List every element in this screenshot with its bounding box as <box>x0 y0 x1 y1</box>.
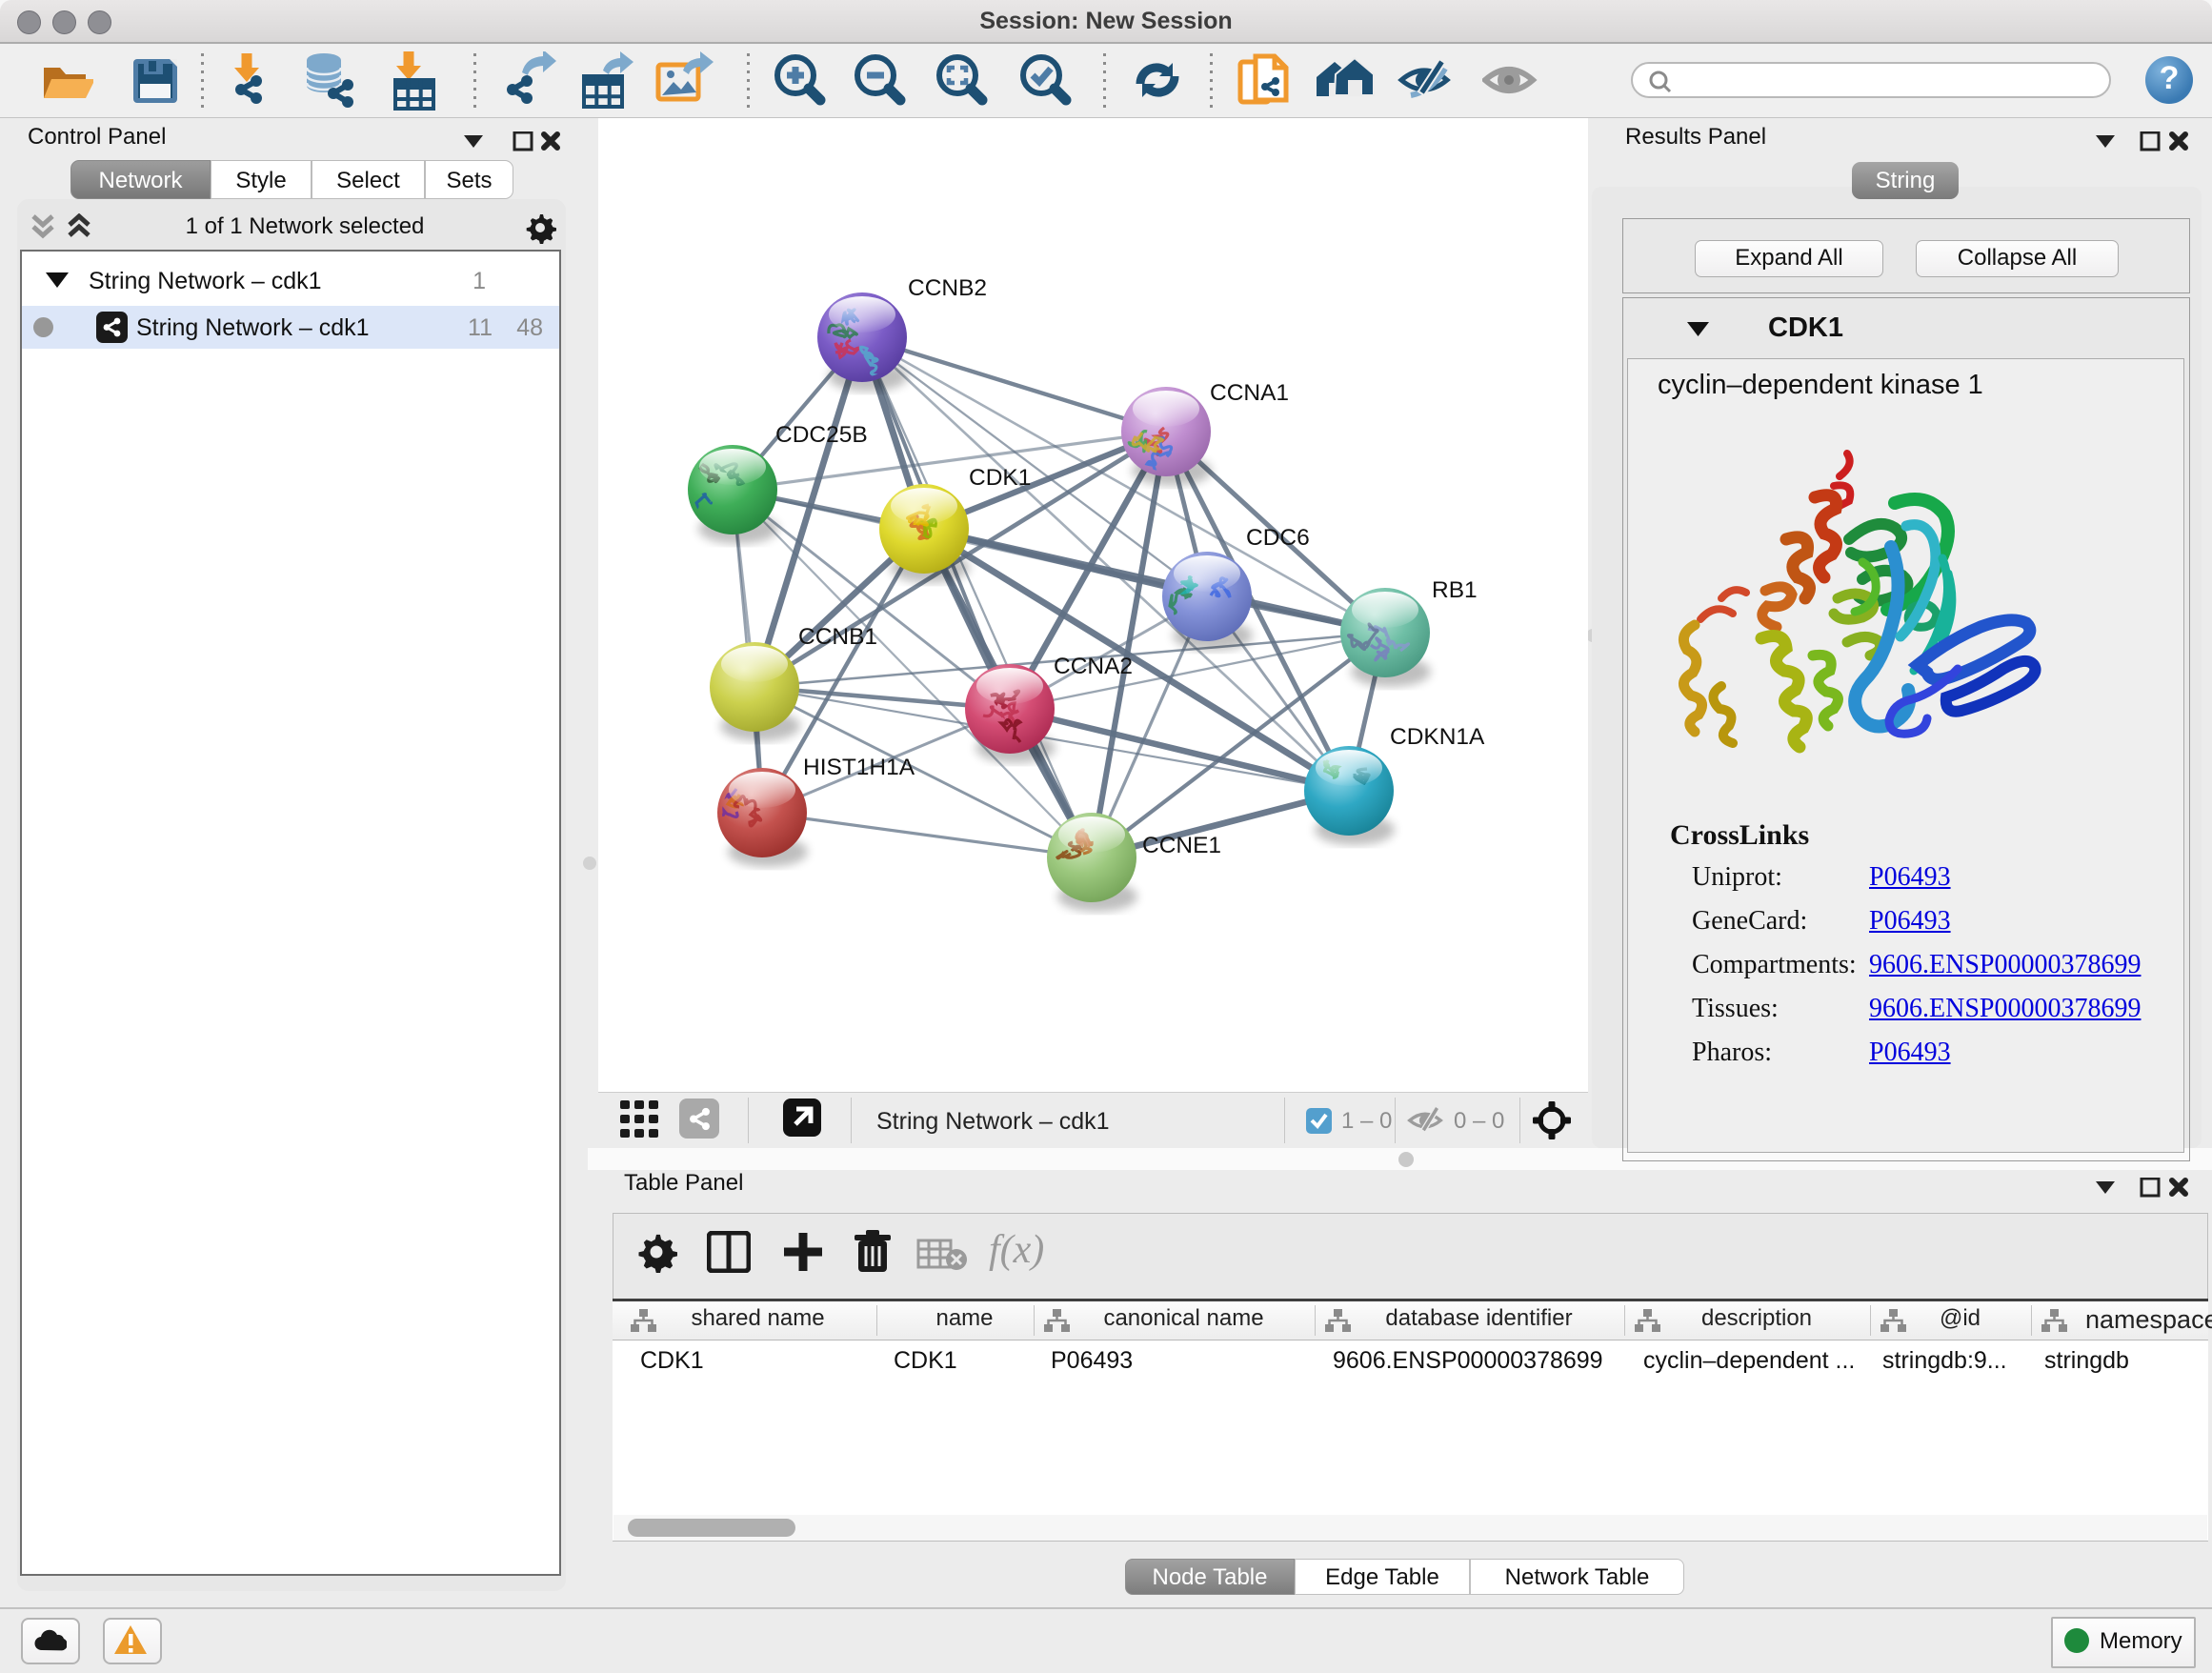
svg-text:CCNE1: CCNE1 <box>1142 833 1221 858</box>
svg-text:CCNB1: CCNB1 <box>798 624 877 650</box>
svg-text:CDC25B: CDC25B <box>775 422 868 448</box>
svg-text:CDKN1A: CDKN1A <box>1390 724 1485 750</box>
svg-text:CCNB2: CCNB2 <box>908 275 987 301</box>
svg-text:CDK1: CDK1 <box>969 465 1031 491</box>
svg-text:CDC6: CDC6 <box>1246 525 1310 551</box>
svg-text:HIST1H1A: HIST1H1A <box>803 755 915 780</box>
svg-text:RB1: RB1 <box>1432 577 1478 603</box>
svg-text:CCNA2: CCNA2 <box>1054 654 1133 679</box>
svg-text:CCNA1: CCNA1 <box>1210 380 1289 406</box>
